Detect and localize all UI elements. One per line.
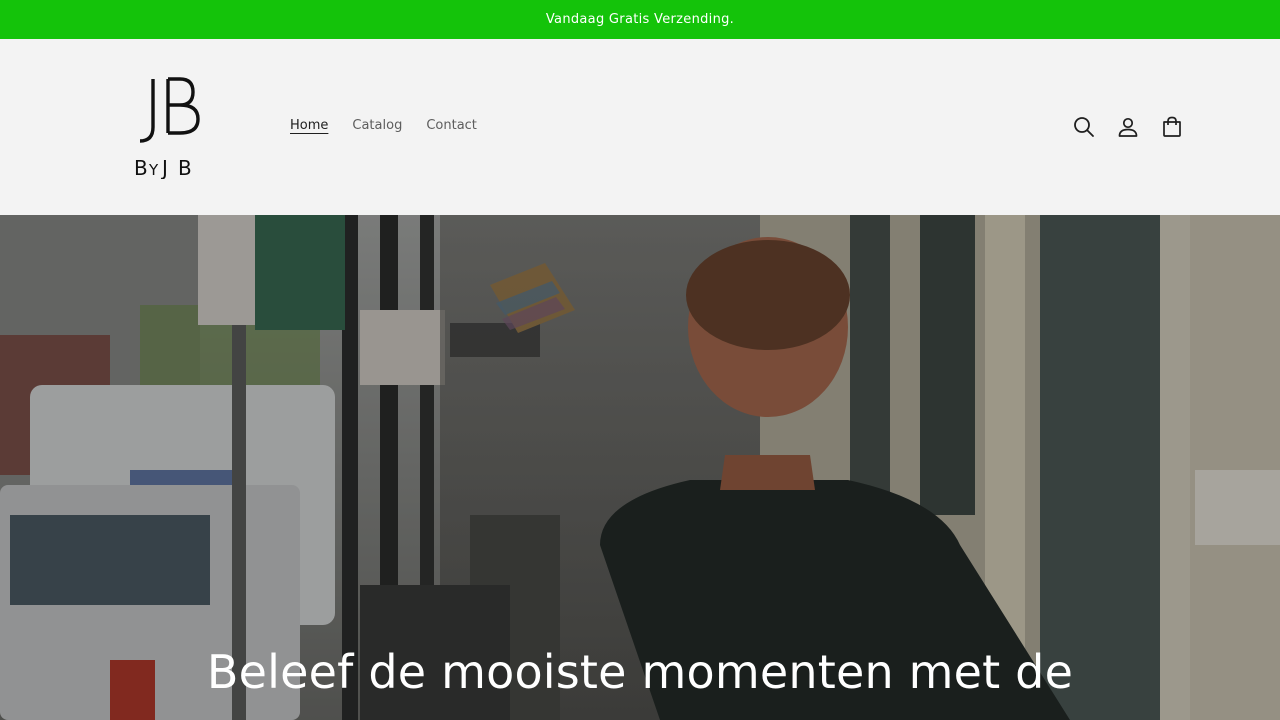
byjb-logo-icon: B Y J B xyxy=(134,77,200,179)
hero-banner: Beleef de mooiste momenten met de xyxy=(0,215,1280,720)
cart-icon xyxy=(1163,116,1181,137)
header-icons xyxy=(1062,105,1194,149)
hero-heading: Beleef de mooiste momenten met de xyxy=(206,645,1074,699)
main-nav: Home Catalog Contact xyxy=(278,113,489,139)
announcement-text: Vandaag Gratis Verzending. xyxy=(545,12,735,27)
account-icon xyxy=(1118,117,1138,137)
nav-catalog[interactable]: Catalog xyxy=(340,113,414,139)
nav-home[interactable]: Home xyxy=(278,113,340,139)
svg-text:J: J xyxy=(160,156,169,179)
store-logo[interactable]: B Y J B xyxy=(130,75,210,179)
account-button[interactable] xyxy=(1106,105,1150,149)
nav-contact[interactable]: Contact xyxy=(414,113,489,139)
site-header: B Y J B Home Catalog Contact xyxy=(0,39,1280,215)
announcement-bar: Vandaag Gratis Verzending. xyxy=(0,0,1280,39)
svg-text:Y: Y xyxy=(148,161,159,179)
search-button[interactable] xyxy=(1062,105,1106,149)
cart-button[interactable] xyxy=(1150,105,1194,149)
svg-text:B: B xyxy=(134,156,149,179)
search-icon xyxy=(1074,117,1094,137)
svg-text:B: B xyxy=(178,156,193,179)
